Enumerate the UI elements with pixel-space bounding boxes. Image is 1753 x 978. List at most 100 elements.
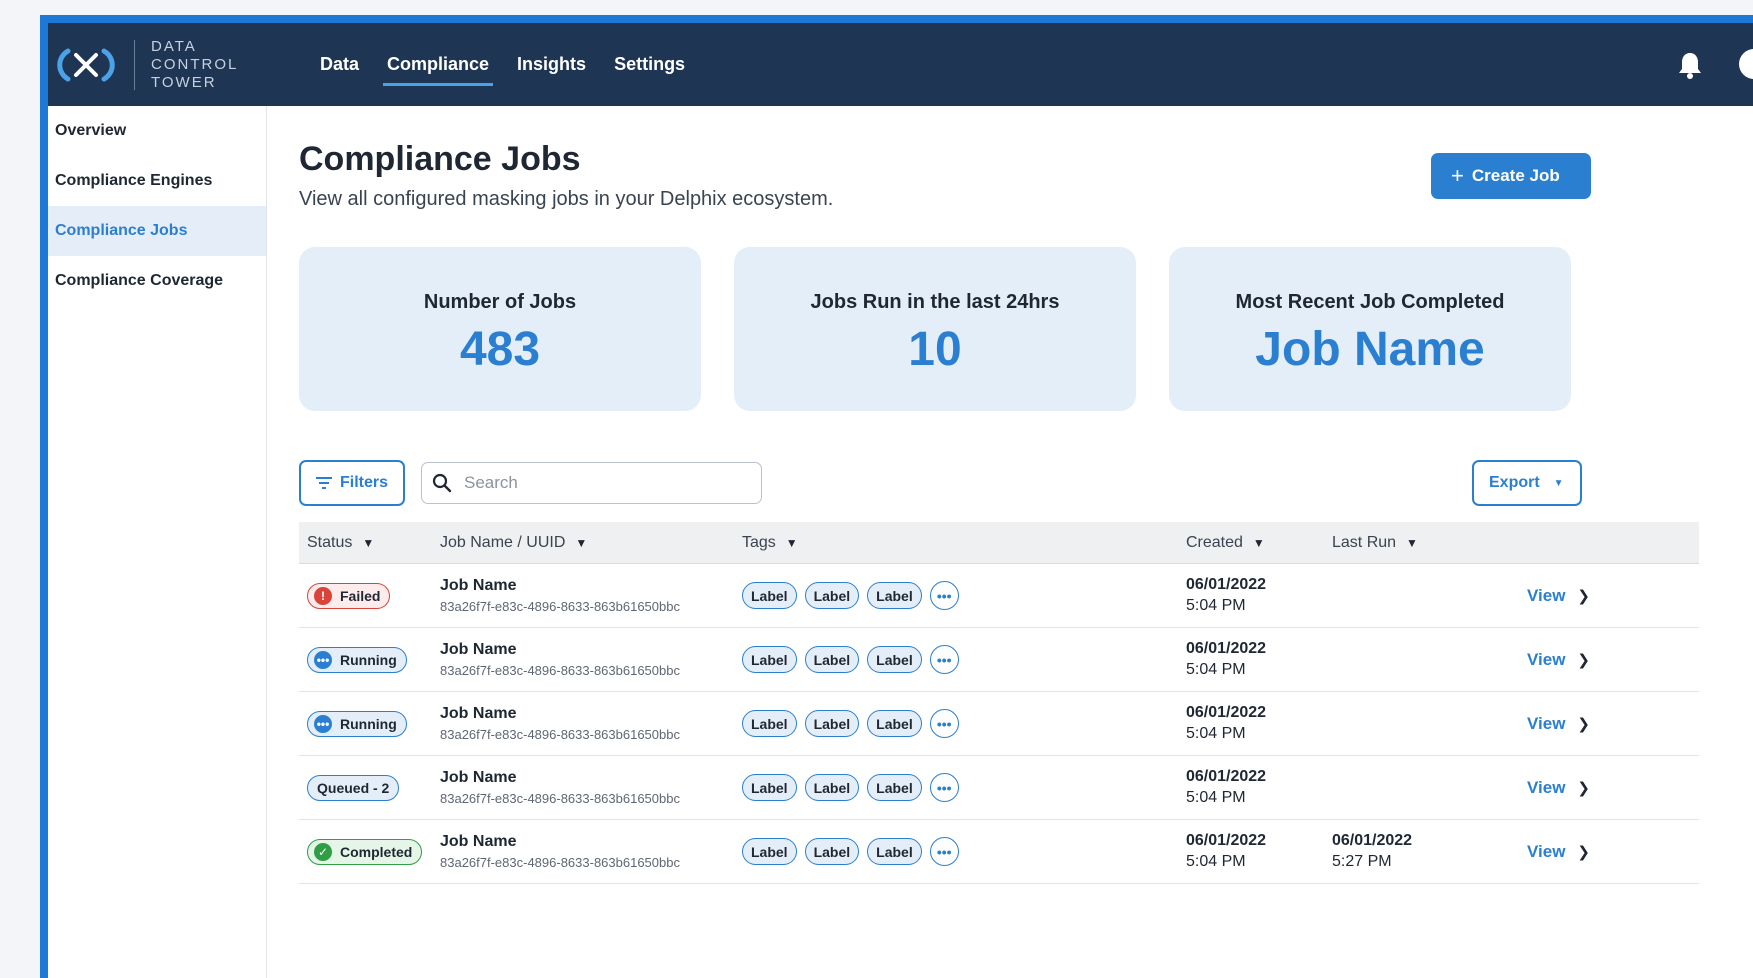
bell-icon[interactable] <box>1677 51 1703 79</box>
sort-down-icon: ▼ <box>1406 535 1418 550</box>
job-cell: Job Name 83a26f7f-e83c-4896-8633-863b616… <box>432 820 732 883</box>
error-icon: ! <box>314 586 332 605</box>
created-time: 5:04 PM <box>1186 789 1246 806</box>
nav-settings[interactable]: Settings <box>600 23 699 106</box>
running-icon: ••• <box>314 714 332 733</box>
status-label: Queued - 2 <box>317 779 390 796</box>
tag-chip[interactable]: Label <box>742 774 797 801</box>
tag-chip[interactable]: Label <box>867 646 922 673</box>
more-tags-icon[interactable]: ••• <box>929 581 959 610</box>
job-name[interactable]: Job Name <box>440 705 516 723</box>
view-label: View <box>1526 777 1566 797</box>
stat-label: Most Recent Job Completed <box>1235 291 1505 313</box>
table-row[interactable]: Queued - 2 Job Name 83a26f7f-e83c-4896-8… <box>299 756 1699 820</box>
created-date: 06/01/2022 <box>1186 704 1267 721</box>
stat-card-most-recent-job: Most Recent Job Completed Job Name <box>1169 247 1571 411</box>
tag-chip[interactable]: Label <box>742 838 797 865</box>
table-row[interactable]: ! Failed Job Name 83a26f7f-e83c-4896-863… <box>299 564 1699 628</box>
header-tags[interactable]: Tags ▼ <box>732 522 1178 563</box>
job-cell: Job Name 83a26f7f-e83c-4896-8633-863b616… <box>432 628 732 691</box>
tag-chip[interactable]: Label <box>867 582 922 609</box>
sidebar-item-compliance-engines[interactable]: Compliance Engines <box>48 156 266 206</box>
stat-card-number-of-jobs: Number of Jobs 483 <box>299 247 701 411</box>
job-uuid: 83a26f7f-e83c-4896-8633-863b61650bbc <box>440 855 680 870</box>
jobs-table: Status ▼ Job Name / UUID ▼ Tags ▼ Create… <box>299 522 1699 884</box>
stat-label: Jobs Run in the last 24hrs <box>810 291 1060 313</box>
chevron-right-icon: ❯ <box>1577 779 1590 797</box>
sidebar-item-overview[interactable]: Overview <box>48 106 266 156</box>
sidebar: Overview Compliance Engines Compliance J… <box>48 106 267 978</box>
job-name[interactable]: Job Name <box>440 769 516 787</box>
view-link[interactable]: View ❯ <box>1527 586 1590 606</box>
created-time: 5:04 PM <box>1186 853 1246 870</box>
action-cell: View ❯ <box>1470 714 1610 734</box>
table-row[interactable]: ••• Running Job Name 83a26f7f-e83c-4896-… <box>299 692 1699 756</box>
tag-chip[interactable]: Label <box>867 774 922 801</box>
sidebar-item-compliance-jobs[interactable]: Compliance Jobs <box>48 206 266 256</box>
tag-chip[interactable]: Label <box>804 582 860 609</box>
more-tags-icon[interactable]: ••• <box>929 645 959 674</box>
created-cell: 06/01/2022 5:04 PM <box>1178 768 1324 807</box>
create-job-button[interactable]: + Create Job <box>1431 153 1591 199</box>
nav-data[interactable]: Data <box>306 23 373 106</box>
job-uuid: 83a26f7f-e83c-4896-8633-863b61650bbc <box>440 791 680 806</box>
view-label: View <box>1526 713 1566 733</box>
main-content: Compliance Jobs View all configured mask… <box>267 106 1753 978</box>
view-link[interactable]: View ❯ <box>1527 650 1590 670</box>
header-actions <box>1470 522 1610 563</box>
nav-insights[interactable]: Insights <box>503 23 600 106</box>
header-status[interactable]: Status ▼ <box>299 522 432 563</box>
search-input[interactable] <box>462 472 736 494</box>
chevron-right-icon: ❯ <box>1577 587 1590 605</box>
caret-down-icon: ▼ <box>1553 477 1564 489</box>
status-badge: ••• Running <box>307 710 407 737</box>
filters-button[interactable]: Filters <box>299 460 405 506</box>
tag-chip[interactable]: Label <box>742 582 797 609</box>
more-tags-icon[interactable]: ••• <box>929 773 959 802</box>
created-date: 06/01/2022 <box>1186 576 1267 593</box>
job-name[interactable]: Job Name <box>440 641 516 659</box>
table-row[interactable]: ✓ Completed Job Name 83a26f7f-e83c-4896-… <box>299 820 1699 884</box>
table-row[interactable]: ••• Running Job Name 83a26f7f-e83c-4896-… <box>299 628 1699 692</box>
user-avatar[interactable] <box>1739 49 1753 79</box>
created-date: 06/01/2022 <box>1186 640 1267 657</box>
tags-cell: Label Label Label ••• <box>732 581 1178 610</box>
last-run-cell <box>1324 786 1470 789</box>
view-link[interactable]: View ❯ <box>1527 714 1590 734</box>
tags-cell: Label Label Label ••• <box>732 773 1178 802</box>
more-tags-icon[interactable]: ••• <box>929 837 959 866</box>
search-box <box>421 462 762 504</box>
tag-chip[interactable]: Label <box>804 838 860 865</box>
more-tags-icon[interactable]: ••• <box>929 709 959 738</box>
header-last-run[interactable]: Last Run ▼ <box>1324 522 1470 563</box>
status-cell: ••• Running <box>299 628 432 691</box>
nav-compliance[interactable]: Compliance <box>373 23 503 106</box>
header-created[interactable]: Created ▼ <box>1178 522 1324 563</box>
tag-chip[interactable]: Label <box>742 710 797 737</box>
status-cell: Queued - 2 <box>299 756 432 819</box>
job-name[interactable]: Job Name <box>440 577 516 595</box>
export-button[interactable]: Export ▼ <box>1472 460 1582 506</box>
main-nav: Data Compliance Insights Settings <box>306 23 699 106</box>
check-icon: ✓ <box>314 842 332 861</box>
tag-chip[interactable]: Label <box>804 774 860 801</box>
logo[interactable]: DATA CONTROL TOWER <box>54 37 238 93</box>
tag-chip[interactable]: Label <box>804 710 860 737</box>
export-label: Export <box>1489 474 1540 491</box>
status-cell: ! Failed <box>299 564 432 627</box>
created-time: 5:04 PM <box>1186 725 1246 742</box>
job-name[interactable]: Job Name <box>440 833 516 851</box>
tag-chip[interactable]: Label <box>867 838 922 865</box>
sidebar-item-compliance-coverage[interactable]: Compliance Coverage <box>48 256 266 306</box>
header-job-name[interactable]: Job Name / UUID ▼ <box>432 522 732 563</box>
tag-chip[interactable]: Label <box>867 710 922 737</box>
view-link[interactable]: View ❯ <box>1527 778 1590 798</box>
logo-line: TOWER <box>151 74 217 91</box>
view-label: View <box>1526 841 1566 861</box>
view-link[interactable]: View ❯ <box>1527 842 1590 862</box>
action-cell: View ❯ <box>1470 650 1610 670</box>
tag-chip[interactable]: Label <box>804 646 860 673</box>
header-label: Status <box>307 533 353 551</box>
tag-chip[interactable]: Label <box>742 646 797 673</box>
table-header: Status ▼ Job Name / UUID ▼ Tags ▼ Create… <box>299 522 1699 564</box>
